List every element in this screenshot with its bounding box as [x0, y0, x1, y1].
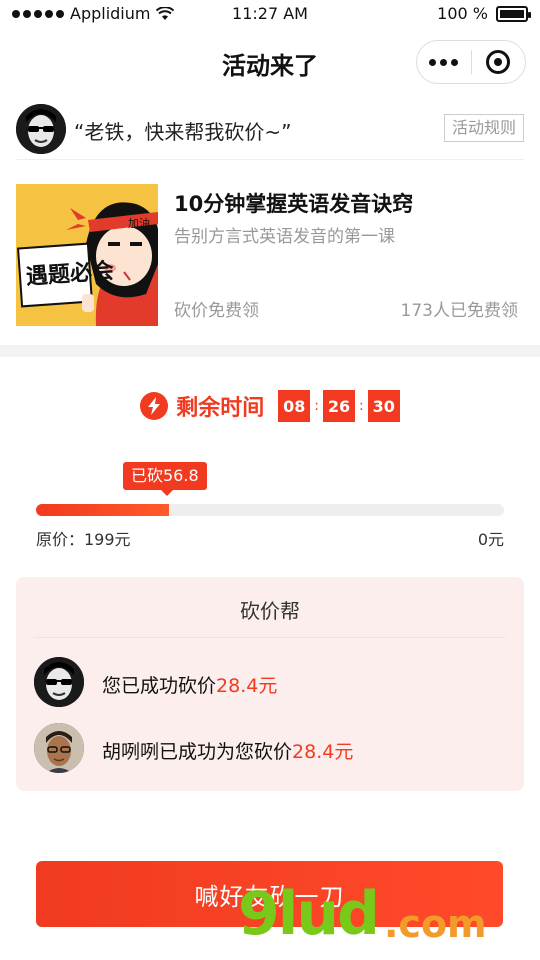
countdown-hours: 08 [278, 390, 311, 422]
target-icon [486, 50, 511, 74]
helper-row: 胡咧咧已成功为您砍价28.4元 [34, 723, 506, 783]
countdown-minutes: 26 [323, 390, 355, 422]
claimed-count: 173人已免费领 [400, 301, 518, 321]
user-avatar-illustration [34, 657, 84, 707]
course-card[interactable]: 加油 遇题必会 10分钟掌握英语发音诀窍 告别方言式英语发音的第一课 砍价免费领… [16, 184, 524, 326]
target-price: 0元 [477, 530, 504, 549]
bargain-progress-fill [36, 504, 170, 516]
invite-message: “老铁，快来帮我砍价~” [74, 120, 292, 144]
mini-program-capsule [416, 40, 526, 84]
section-divider [0, 345, 540, 357]
bargain-progress-bar [36, 504, 504, 516]
status-bar: Applidium 11:27 AM 100 % [0, 0, 540, 28]
invite-header: “老铁，快来帮我砍价~” 活动规则 [16, 100, 524, 160]
colon-separator: : [359, 398, 364, 414]
helper-row: 您已成功砍价28.4元 [34, 657, 506, 717]
countdown: 剩余时间 08 : 26 : 30 [0, 388, 540, 424]
helpers-divider [34, 637, 506, 638]
countdown-label: 剩余时间 [176, 396, 265, 421]
battery-percent: 100 % [437, 4, 488, 23]
lightning-icon [140, 392, 169, 420]
watermark-domain: .com [383, 902, 487, 946]
watermark-brand: 9lud [238, 879, 380, 949]
course-cover: 加油 遇题必会 [16, 184, 158, 326]
countdown-seconds: 30 [367, 390, 400, 422]
nav-bar: 活动来了 [0, 28, 540, 96]
helper-message: 您已成功砍价28.4元 [102, 671, 277, 698]
bargain-helpers-panel: 砍价帮 您已成功砍价28.4元 胡咧咧已成功为您砍价28.4元 [16, 577, 524, 791]
avatar [34, 657, 84, 707]
helper-text: 胡咧咧已成功为您砍价 [102, 741, 293, 763]
helper-text: 您已成功砍价 [102, 675, 217, 697]
helper-avatar-illustration [34, 723, 84, 773]
course-subtitle: 告别方言式英语发音的第一课 [174, 227, 395, 247]
rules-button[interactable]: 活动规则 [443, 114, 524, 142]
battery-icon [496, 5, 531, 22]
original-price: 原价：199元 [36, 530, 131, 549]
helpers-title: 砍价帮 [240, 599, 300, 623]
watermark-logo: 9lud .com [238, 884, 487, 944]
more-button[interactable] [417, 58, 471, 66]
battery-group: 100 % [437, 4, 531, 23]
course-title: 10分钟掌握英语发音诀窍 [174, 192, 414, 216]
colon-separator: : [314, 398, 319, 414]
avatar [34, 723, 84, 773]
cover-illustration: 加油 遇题必会 [16, 184, 158, 326]
helper-amount: 28.4元 [216, 675, 278, 697]
close-button[interactable] [472, 50, 526, 74]
helper-message: 胡咧咧已成功为您砍价28.4元 [102, 737, 353, 764]
helper-amount: 28.4元 [292, 741, 354, 763]
headband-text: 加油 [128, 216, 150, 230]
avatar [16, 104, 66, 154]
cut-amount-badge: 已砍56.8 [123, 462, 207, 496]
user-avatar-illustration [16, 104, 66, 154]
free-label: 砍价免费领 [174, 301, 259, 321]
